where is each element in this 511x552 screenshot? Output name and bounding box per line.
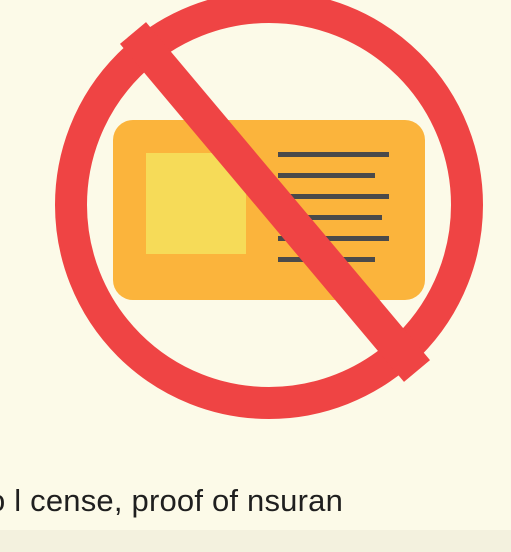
page-canvas: o l cense, proof of nsuran	[0, 0, 511, 552]
footer-band	[0, 530, 511, 552]
no-id-card-illustration	[55, 0, 483, 419]
caption-text: o l cense, proof of nsuran	[0, 483, 344, 518]
